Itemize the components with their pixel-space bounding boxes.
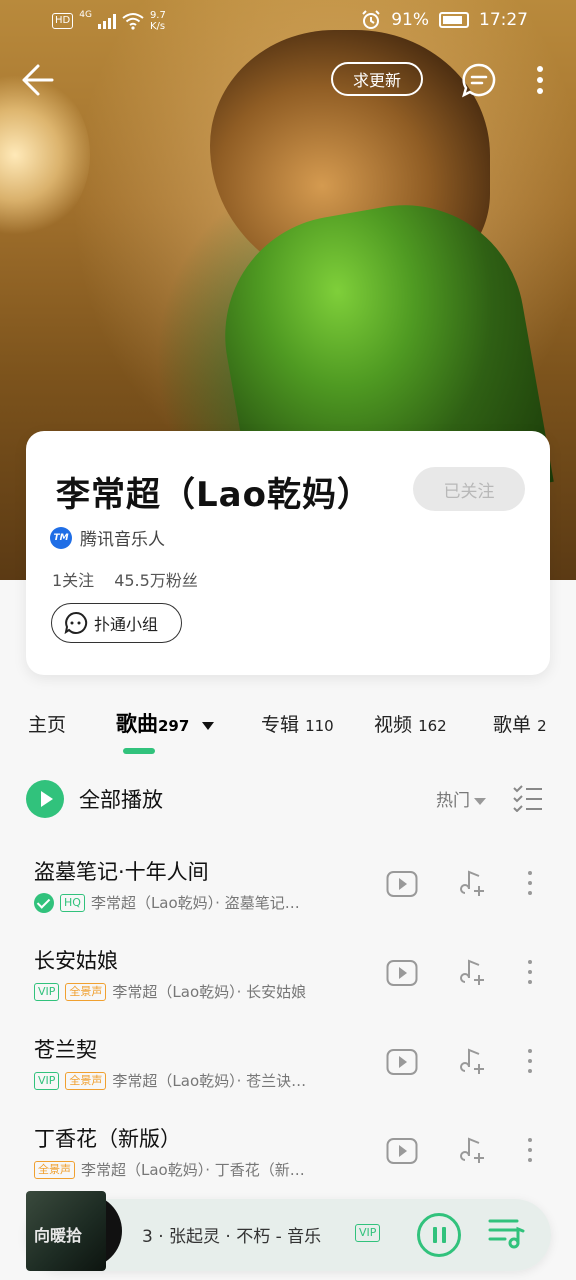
net-speed: 9.7 K/s bbox=[150, 10, 166, 32]
tab-indicator bbox=[123, 748, 155, 754]
status-bar: HD 4G 9.7 K/s 91% 17:27 bbox=[0, 0, 576, 44]
play-all-label[interactable]: 全部播放 bbox=[79, 784, 163, 814]
song-title: 盗墓笔记·十年人间 bbox=[34, 860, 209, 884]
song-row[interactable]: 长安姑娘 VIP 全景声 李常超（Lao乾妈）· 长安姑娘 bbox=[0, 945, 576, 1025]
cover-title: 向暖拾 bbox=[34, 1226, 83, 1245]
song-title: 丁香花（新版） bbox=[34, 1127, 181, 1151]
mv-play-icon[interactable] bbox=[386, 959, 418, 987]
chat-bubble-icon bbox=[64, 611, 88, 635]
alarm-icon bbox=[362, 10, 380, 29]
song-artist-album: 李常超（Lao乾妈）· 丁香花（新… bbox=[81, 1161, 305, 1179]
add-to-playlist-icon[interactable] bbox=[459, 1135, 489, 1165]
spatial-audio-tag: 全景声 bbox=[65, 1071, 107, 1090]
song-row[interactable]: 苍兰契 VIP 全景声 李常超（Lao乾妈）· 苍兰诀… bbox=[0, 1034, 576, 1114]
sort-caret-icon bbox=[474, 797, 486, 805]
more-vertical-icon[interactable] bbox=[522, 957, 538, 987]
playlist-queue-icon[interactable] bbox=[487, 1216, 525, 1250]
tab-label: 主页 bbox=[28, 714, 67, 736]
song-title: 长安姑娘 bbox=[34, 949, 118, 973]
hd-badge: HD bbox=[52, 13, 74, 29]
add-to-playlist-icon[interactable] bbox=[459, 1046, 489, 1076]
certification[interactable]: TM 腾讯音乐人 bbox=[50, 525, 165, 550]
sort-dropdown[interactable]: 热门 bbox=[436, 786, 486, 811]
artist-tabs: 主页 歌曲297 专辑 110 视频 162 歌单 2 bbox=[0, 700, 576, 760]
artist-stats: 1关注 45.5万粉丝 bbox=[52, 567, 198, 591]
tme-badge-icon: TM bbox=[50, 526, 72, 549]
song-meta: 全景声 李常超（Lao乾妈）· 丁香花（新… bbox=[34, 1159, 305, 1180]
artist-card: 李常超（Lao乾妈） 已关注 TM 腾讯音乐人 1关注 45.5万粉丝 扑通小组 bbox=[26, 431, 550, 675]
mv-play-icon[interactable] bbox=[386, 870, 418, 898]
song-artist-album: 李常超（Lao乾妈）· 长安姑娘 bbox=[112, 983, 307, 1001]
more-vertical-icon[interactable] bbox=[522, 868, 538, 898]
more-vertical-icon[interactable] bbox=[522, 1135, 538, 1165]
play-all-icon[interactable] bbox=[26, 780, 64, 818]
vip-tag: VIP bbox=[34, 982, 60, 1001]
song-title: 苍兰契 bbox=[34, 1038, 97, 1062]
tab-songs[interactable]: 歌曲297 bbox=[116, 708, 215, 738]
following-count[interactable]: 1关注 bbox=[52, 567, 94, 591]
sort-label: 热门 bbox=[436, 791, 470, 811]
spatial-audio-tag: 全景声 bbox=[34, 1160, 75, 1179]
fan-group-label: 扑通小组 bbox=[94, 615, 159, 634]
mv-play-icon[interactable] bbox=[386, 1137, 418, 1165]
downloaded-check-icon bbox=[34, 892, 54, 913]
tab-label: 视频 bbox=[374, 714, 413, 736]
add-to-playlist-icon[interactable] bbox=[459, 868, 489, 898]
now-playing-title[interactable]: 3 · 张起灵 · 不朽 - 音乐 bbox=[142, 1222, 321, 1247]
song-artist-album: 李常超（Lao乾妈）· 盗墓笔记… bbox=[90, 894, 300, 912]
tab-count: 2 bbox=[537, 717, 547, 735]
battery-icon bbox=[439, 12, 469, 28]
tab-videos[interactable]: 视频 162 bbox=[374, 710, 447, 737]
clock: 17:27 bbox=[479, 10, 528, 30]
fans-count[interactable]: 45.5万粉丝 bbox=[114, 567, 198, 591]
tab-label: 歌曲 bbox=[116, 712, 158, 736]
network-type: 4G bbox=[79, 10, 92, 20]
artist-name: 李常超（Lao乾妈） bbox=[56, 475, 372, 515]
fan-group-button[interactable]: 扑通小组 bbox=[51, 603, 182, 643]
song-row[interactable]: 盗墓笔记·十年人间 HQ 李常超（Lao乾妈）· 盗墓笔记… bbox=[0, 856, 576, 936]
vip-tag: VIP bbox=[355, 1224, 381, 1242]
quality-tag: HQ bbox=[60, 893, 85, 912]
tab-count: 110 bbox=[305, 717, 334, 735]
request-update-button[interactable]: 求更新 bbox=[331, 62, 423, 96]
song-artist-album: 李常超（Lao乾妈）· 苍兰诀… bbox=[112, 1072, 307, 1090]
play-all-row: 全部播放 热门 bbox=[0, 778, 576, 822]
song-meta: HQ 李常超（Lao乾妈）· 盗墓笔记… bbox=[34, 892, 300, 913]
dropdown-caret-icon[interactable] bbox=[201, 721, 215, 731]
tab-count: 162 bbox=[418, 717, 447, 735]
tab-albums[interactable]: 专辑 110 bbox=[261, 710, 334, 737]
tab-count: 297 bbox=[158, 717, 190, 735]
song-meta: VIP 全景声 李常超（Lao乾妈）· 苍兰诀… bbox=[34, 1070, 306, 1091]
top-nav: 求更新 bbox=[0, 56, 576, 106]
spatial-audio-tag: 全景声 bbox=[65, 982, 107, 1001]
net-speed-value: 9.7 bbox=[149, 10, 166, 21]
tab-home[interactable]: 主页 bbox=[28, 710, 66, 737]
cert-label: 腾讯音乐人 bbox=[80, 530, 165, 550]
more-vertical-icon[interactable] bbox=[522, 1046, 538, 1076]
signal-icon bbox=[97, 13, 116, 29]
tab-label: 歌单 bbox=[493, 714, 532, 736]
comment-icon[interactable] bbox=[461, 62, 497, 98]
follow-button[interactable]: 已关注 bbox=[413, 467, 525, 511]
add-to-playlist-icon[interactable] bbox=[459, 957, 489, 987]
tab-playlists[interactable]: 歌单 2 bbox=[493, 710, 547, 737]
net-speed-unit: K/s bbox=[149, 21, 166, 32]
multi-select-icon[interactable] bbox=[512, 784, 544, 812]
tab-label: 专辑 bbox=[261, 714, 300, 736]
more-vertical-icon[interactable] bbox=[528, 62, 552, 98]
battery-percent: 91% bbox=[391, 10, 429, 30]
vip-tag: VIP bbox=[34, 1071, 60, 1090]
song-meta: VIP 全景声 李常超（Lao乾妈）· 长安姑娘 bbox=[34, 981, 306, 1002]
wifi-icon bbox=[122, 13, 144, 30]
pause-button[interactable] bbox=[417, 1213, 461, 1257]
back-arrow-icon[interactable] bbox=[18, 60, 58, 100]
mv-play-icon[interactable] bbox=[386, 1048, 418, 1076]
